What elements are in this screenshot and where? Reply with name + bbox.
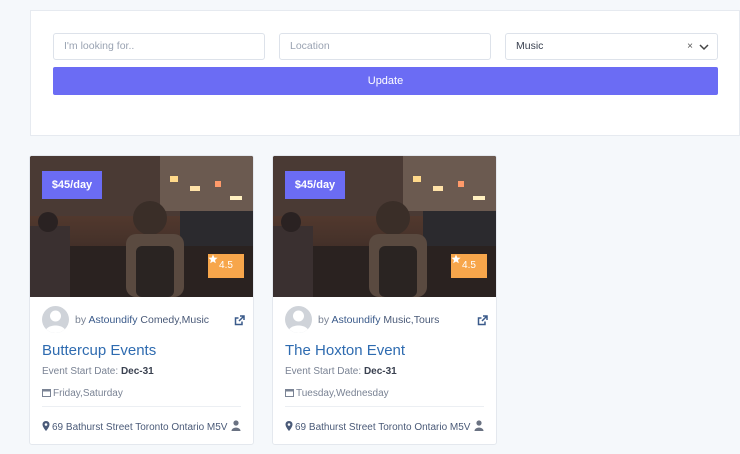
- event-card[interactable]: $45/day 4.5 by Astoundify Music,Tours Th…: [272, 155, 497, 445]
- category-links[interactable]: Music,Tours: [383, 314, 439, 326]
- category-select[interactable]: Music ×: [505, 33, 718, 60]
- event-photo[interactable]: $45/day 4.5: [30, 156, 253, 297]
- start-date-label: Event Start Date:: [285, 366, 362, 377]
- avatar[interactable]: [285, 306, 312, 333]
- author-link[interactable]: Astoundify: [331, 314, 380, 326]
- avatar-icon: [45, 310, 66, 333]
- rating-value: 4.5: [219, 260, 233, 271]
- rating-value: 4.5: [462, 260, 476, 271]
- event-address-text: 69 Bathurst Street Toronto Ontario M5V: [295, 422, 471, 433]
- category-links[interactable]: Comedy,Music: [140, 314, 209, 326]
- star-icon: [451, 254, 461, 264]
- author-line: by Astoundify Comedy,Music: [75, 314, 209, 326]
- author-row: by Astoundify Music,Tours: [285, 306, 490, 334]
- location-input[interactable]: Location: [279, 33, 491, 60]
- event-days-text: Tuesday,Wednesday: [296, 388, 389, 399]
- event-address[interactable]: 69 Bathurst Street Toronto Ontario M5V: [42, 421, 227, 433]
- event-start-date: Event Start Date: Dec-31: [42, 366, 154, 377]
- event-address-text: 69 Bathurst Street Toronto Ontario M5V: [52, 422, 228, 433]
- event-title[interactable]: Buttercup Events: [42, 342, 156, 359]
- event-photo[interactable]: $45/day 4.5: [273, 156, 496, 297]
- divider: [285, 406, 484, 407]
- start-date-value: Dec-31: [120, 366, 154, 377]
- avatar[interactable]: [42, 306, 69, 333]
- event-start-date: Event Start Date: Dec-31: [285, 366, 397, 377]
- avatar-icon: [288, 310, 309, 333]
- event-title[interactable]: The Hoxton Event: [285, 342, 405, 359]
- search-panel: I'm looking for.. Location Music × Updat…: [30, 10, 740, 136]
- external-link-icon[interactable]: [234, 315, 245, 326]
- start-date-label: Event Start Date:: [42, 366, 119, 377]
- map-pin-icon: [285, 421, 293, 431]
- event-days: Friday,Saturday: [42, 388, 123, 399]
- event-address[interactable]: 69 Bathurst Street Toronto Ontario M5V: [285, 421, 470, 433]
- author-row: by Astoundify Comedy,Music: [42, 306, 247, 334]
- clear-icon[interactable]: ×: [687, 34, 693, 59]
- by-label: by: [75, 314, 87, 326]
- rating-badge: 4.5: [451, 254, 487, 278]
- calendar-icon: [285, 389, 294, 397]
- map-pin-icon: [42, 421, 50, 431]
- rating-badge: 4.5: [208, 254, 244, 278]
- chevron-down-icon[interactable]: [699, 42, 709, 52]
- event-days-text: Friday,Saturday: [53, 388, 123, 399]
- update-button[interactable]: Update: [53, 67, 718, 95]
- user-icon[interactable]: [231, 420, 241, 431]
- event-card[interactable]: $45/day 4.5 by Astoundify Comedy,Music B…: [29, 155, 254, 445]
- start-date-value: Dec-31: [363, 366, 397, 377]
- price-badge: $45/day: [285, 171, 345, 199]
- author-link[interactable]: Astoundify: [88, 314, 137, 326]
- calendar-icon: [42, 389, 51, 397]
- divider: [42, 406, 241, 407]
- user-icon[interactable]: [474, 420, 484, 431]
- category-select-value: Music: [516, 40, 544, 52]
- author-line: by Astoundify Music,Tours: [318, 314, 439, 326]
- external-link-icon[interactable]: [477, 315, 488, 326]
- by-label: by: [318, 314, 330, 326]
- price-badge: $45/day: [42, 171, 102, 199]
- event-days: Tuesday,Wednesday: [285, 388, 389, 399]
- star-icon: [208, 254, 218, 264]
- keyword-input[interactable]: I'm looking for..: [53, 33, 265, 60]
